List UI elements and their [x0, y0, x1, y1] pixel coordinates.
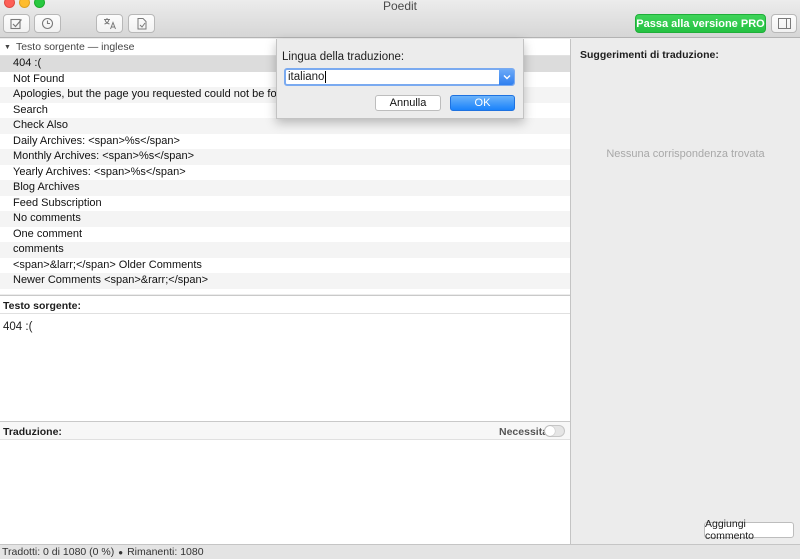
language-label: Lingua della traduzione: — [282, 51, 405, 63]
pretranslate-button[interactable] — [128, 14, 155, 33]
dropdown-arrow-button[interactable] — [499, 69, 514, 85]
list-item[interactable]: <span>&larr;</span> Older Comments — [0, 258, 570, 274]
status-separator: ● — [118, 548, 124, 557]
sidebar-toggle-button[interactable] — [771, 14, 797, 33]
sidebar-toggle-icon — [777, 18, 791, 29]
list-item[interactable]: One comment — [0, 227, 570, 243]
language-value-text: italiano — [288, 71, 325, 84]
source-text-panel: Testo sorgente: 404 :( — [0, 295, 570, 421]
source-text: 404 :( — [3, 321, 33, 333]
text-caret — [325, 71, 327, 83]
list-item[interactable]: Check Also — [0, 118, 570, 134]
translate-button[interactable] — [96, 14, 123, 33]
ok-button[interactable]: OK — [450, 95, 515, 111]
translate-icon — [103, 18, 116, 30]
translation-panel: Traduzione: Necessita — [0, 421, 570, 544]
toggle-knob — [545, 426, 555, 436]
cancel-button[interactable]: Annulla — [375, 95, 441, 111]
list-item[interactable]: Monthly Archives: <span>%s</span> — [0, 149, 570, 165]
language-dialog: Lingua della traduzione: italiano Annull… — [276, 39, 524, 119]
needs-work-toggle[interactable] — [544, 425, 565, 437]
translation-input[interactable] — [0, 441, 570, 544]
translated-count: Tradotti: 0 di 1080 (0 %) — [2, 546, 115, 558]
source-text-label: Testo sorgente: — [3, 300, 81, 312]
chevron-down-icon — [503, 75, 510, 80]
needs-work-label: Necessita — [499, 426, 549, 438]
list-item[interactable]: Newer Comments <span>&rarr;</span> — [0, 273, 570, 289]
remaining-count: Rimanenti: 1080 — [127, 546, 204, 558]
list-item[interactable]: comments — [0, 242, 570, 258]
add-comment-button[interactable]: Aggiungi commento — [704, 518, 794, 542]
suggestions-sidebar: Suggerimenti di traduzione: Nessuna corr… — [571, 39, 800, 544]
title-bar: Poedit Passa alla versione PRO — [0, 0, 800, 38]
language-combobox[interactable]: italiano — [284, 68, 515, 86]
history-button[interactable] — [34, 14, 61, 33]
language-value: italiano — [288, 71, 327, 84]
status-bar: Tradotti: 0 di 1080 (0 %) ● Rimanenti: 108… — [0, 544, 800, 559]
translation-header: Traduzione: Necessita — [0, 422, 570, 440]
upgrade-pro-button[interactable]: Passa alla versione PRO — [635, 14, 766, 33]
validate-button[interactable] — [3, 14, 30, 33]
divider — [0, 313, 570, 314]
list-item[interactable]: Yearly Archives: <span>%s</span> — [0, 165, 570, 181]
suggestions-title: Suggerimenti di traduzione: — [580, 49, 719, 61]
list-item[interactable]: Blog Archives — [0, 180, 570, 196]
history-icon — [41, 17, 54, 30]
no-suggestions-text: Nessuna corrispondenza trovata — [606, 148, 765, 160]
list-column-header-label: Testo sorgente — inglese — [15, 41, 135, 53]
list-item[interactable]: Daily Archives: <span>%s</span> — [0, 134, 570, 150]
pretranslate-icon — [137, 18, 146, 30]
list-item[interactable]: Feed Subscription — [0, 196, 570, 212]
window-title: Poedit — [382, 0, 418, 13]
validate-icon — [10, 18, 22, 29]
translation-label: Traduzione: — [3, 426, 62, 438]
sort-indicator-icon: ▼ — [4, 43, 11, 51]
list-item[interactable]: No comments — [0, 211, 570, 227]
